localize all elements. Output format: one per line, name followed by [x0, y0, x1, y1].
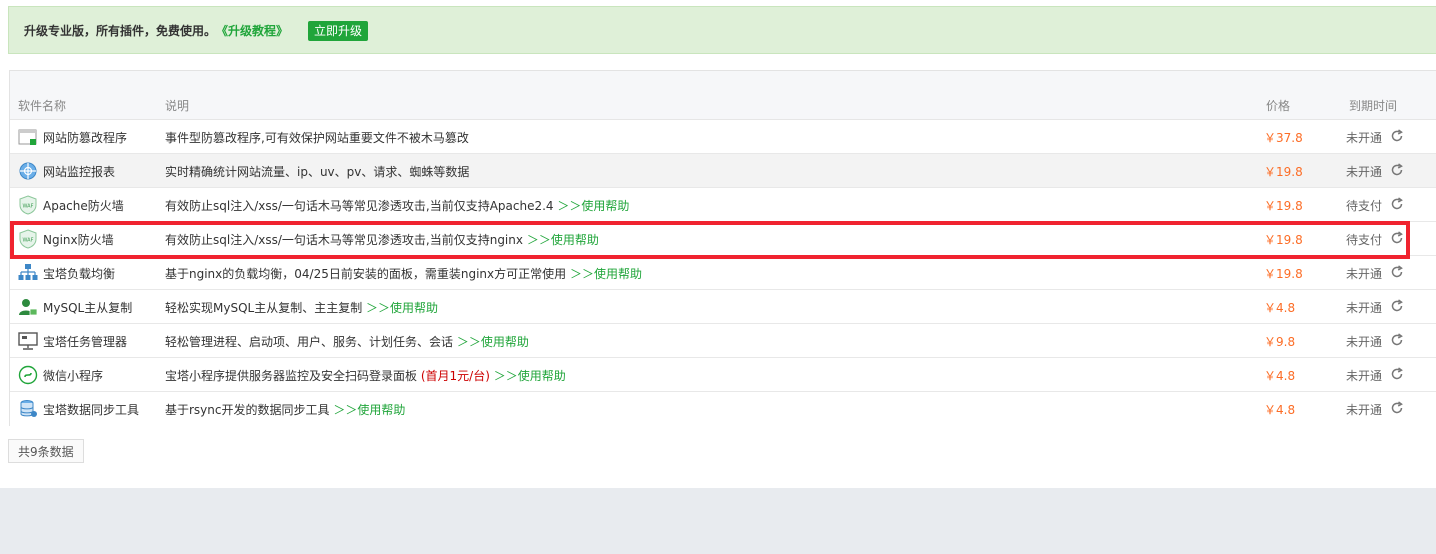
help-link[interactable]: ＞＞使用帮助: [366, 301, 438, 315]
header-name[interactable]: 软件名称: [18, 97, 66, 114]
refresh-icon[interactable]: [1390, 299, 1404, 313]
refresh-icon[interactable]: [1390, 197, 1404, 211]
help-link[interactable]: ＞＞使用帮助: [494, 369, 566, 383]
header-price[interactable]: 价格: [1266, 97, 1290, 114]
refresh-icon[interactable]: [1390, 231, 1404, 245]
row-name: Apache防火墙: [43, 199, 124, 213]
row-name: MySQL主从复制: [43, 301, 133, 315]
table-row[interactable]: 宝塔数据同步工具 基于rsync开发的数据同步工具 ＞＞使用帮助 ￥4.8 未开…: [10, 392, 1436, 426]
tutorial-link[interactable]: 《升级教程》: [216, 22, 288, 39]
row-description: 基于rsync开发的数据同步工具 ＞＞使用帮助: [165, 403, 406, 417]
row-name: 宝塔数据同步工具: [43, 403, 140, 417]
row-status[interactable]: 待支付: [1346, 197, 1382, 214]
task-manager-icon: [18, 332, 38, 350]
upgrade-banner: 升级专业版，所有插件，免费使用。 《升级教程》 立即升级: [8, 6, 1436, 54]
row-price: ￥19.8: [1264, 165, 1303, 179]
row-description: 宝塔小程序提供服务器监控及安全扫码登录面板 (首月1元/台) ＞＞使用帮助: [165, 369, 566, 383]
page: 升级专业版，所有插件，免费使用。 《升级教程》 立即升级 软件名称 说明 价格 …: [0, 0, 1436, 488]
row-name: 微信小程序: [43, 369, 104, 383]
promo-text: (首月1元/台): [420, 369, 490, 383]
data-sync-icon: [20, 400, 37, 417]
row-price: ￥4.8: [1264, 403, 1296, 417]
load-balance-icon: [18, 264, 38, 280]
row-price: ￥37.8: [1264, 131, 1303, 145]
refresh-icon[interactable]: [1390, 401, 1404, 415]
mysql-replication-icon: [19, 299, 38, 316]
row-description: 有效防止sql注入/xss/一句话木马等常见渗透攻击,当前仅支持Apache2.…: [165, 199, 630, 213]
svg-text:WAF: WAF: [23, 204, 34, 210]
row-description: 轻松实现MySQL主从复制、主主复制 ＞＞使用帮助: [165, 301, 439, 315]
row-price: ￥4.8: [1264, 369, 1296, 383]
row-status[interactable]: 未开通: [1346, 333, 1382, 350]
row-description: 有效防止sql注入/xss/一句话木马等常见渗透攻击,当前仅支持nginx ＞＞…: [165, 233, 599, 247]
table-row[interactable]: 网站防篡改程序 事件型防篡改程序,可有效保护网站重要文件不被木马篡改 ￥37.8…: [10, 120, 1436, 154]
help-link[interactable]: ＞＞使用帮助: [457, 335, 529, 349]
table-row[interactable]: WAF Nginx防火墙 有效防止sql注入/xss/一句话木马等常见渗透攻击,…: [10, 222, 1436, 256]
svg-text:WAF: WAF: [23, 238, 34, 244]
refresh-icon[interactable]: [1390, 265, 1404, 279]
banner-message: 升级专业版，所有插件，免费使用。: [24, 24, 217, 38]
anti-tamper-icon: [18, 129, 37, 145]
table-row[interactable]: MySQL主从复制 轻松实现MySQL主从复制、主主复制 ＞＞使用帮助 ￥4.8…: [10, 290, 1436, 324]
row-name: 宝塔负载均衡: [43, 267, 116, 281]
plugin-table: 软件名称 说明 价格 到期时间 网站防篡改程序 事件型防篡改程序,可有效保护网站…: [9, 70, 1436, 426]
row-status[interactable]: 未开通: [1346, 367, 1382, 384]
refresh-icon[interactable]: [1390, 333, 1404, 347]
row-name: 网站防篡改程序: [43, 131, 128, 145]
refresh-icon[interactable]: [1390, 367, 1404, 381]
table-row[interactable]: 微信小程序 宝塔小程序提供服务器监控及安全扫码登录面板 (首月1元/台) ＞＞使…: [10, 358, 1436, 392]
monitor-report-icon: [19, 162, 37, 180]
table-row[interactable]: 网站监控报表 实时精确统计网站流量、ip、uv、pv、请求、蜘蛛等数据 ￥19.…: [10, 154, 1436, 188]
row-description: 基于nginx的负载均衡，04/25日前安装的面板，需重装nginx方可正常使用…: [165, 267, 642, 281]
row-price: ￥4.8: [1264, 301, 1296, 315]
row-price: ￥19.8: [1264, 199, 1303, 213]
row-description: 轻松管理进程、启动项、用户、服务、计划任务、会话 ＞＞使用帮助: [165, 335, 529, 349]
row-status[interactable]: 未开通: [1346, 163, 1382, 180]
table-row[interactable]: 宝塔任务管理器 轻松管理进程、启动项、用户、服务、计划任务、会话 ＞＞使用帮助 …: [10, 324, 1436, 358]
refresh-icon[interactable]: [1390, 129, 1404, 143]
help-link[interactable]: ＞＞使用帮助: [557, 199, 629, 213]
wechat-miniapp-icon: [18, 365, 38, 385]
total-count: 共9条数据: [8, 439, 84, 463]
waf-shield-icon: WAF: [19, 229, 37, 249]
waf-shield-icon: WAF: [19, 195, 37, 215]
row-description: 事件型防篡改程序,可有效保护网站重要文件不被木马篡改: [165, 131, 469, 145]
row-price: ￥9.8: [1264, 335, 1296, 349]
help-link[interactable]: ＞＞使用帮助: [570, 267, 642, 281]
row-price: ￥19.8: [1264, 267, 1303, 281]
row-name: 宝塔任务管理器: [43, 335, 128, 349]
row-name: 网站监控报表: [43, 165, 116, 179]
row-price: ￥19.8: [1264, 233, 1303, 247]
row-status[interactable]: 未开通: [1346, 401, 1382, 418]
row-description: 实时精确统计网站流量、ip、uv、pv、请求、蜘蛛等数据: [165, 165, 470, 179]
header-expiry[interactable]: 到期时间: [1349, 97, 1397, 114]
help-link[interactable]: ＞＞使用帮助: [527, 233, 599, 247]
row-name: Nginx防火墙: [43, 233, 114, 247]
upgrade-button[interactable]: 立即升级: [308, 21, 369, 41]
row-status[interactable]: 未开通: [1346, 129, 1382, 146]
row-status[interactable]: 待支付: [1346, 231, 1382, 248]
row-status[interactable]: 未开通: [1346, 265, 1382, 282]
table-header: 软件名称 说明 价格 到期时间: [10, 71, 1436, 120]
table-row[interactable]: WAF Apache防火墙 有效防止sql注入/xss/一句话木马等常见渗透攻击…: [10, 188, 1436, 222]
table-row[interactable]: 宝塔负载均衡 基于nginx的负载均衡，04/25日前安装的面板，需重装ngin…: [10, 256, 1436, 290]
help-link[interactable]: ＞＞使用帮助: [333, 403, 405, 417]
header-description: 说明: [165, 99, 190, 113]
row-status[interactable]: 未开通: [1346, 299, 1382, 316]
refresh-icon[interactable]: [1390, 163, 1404, 177]
